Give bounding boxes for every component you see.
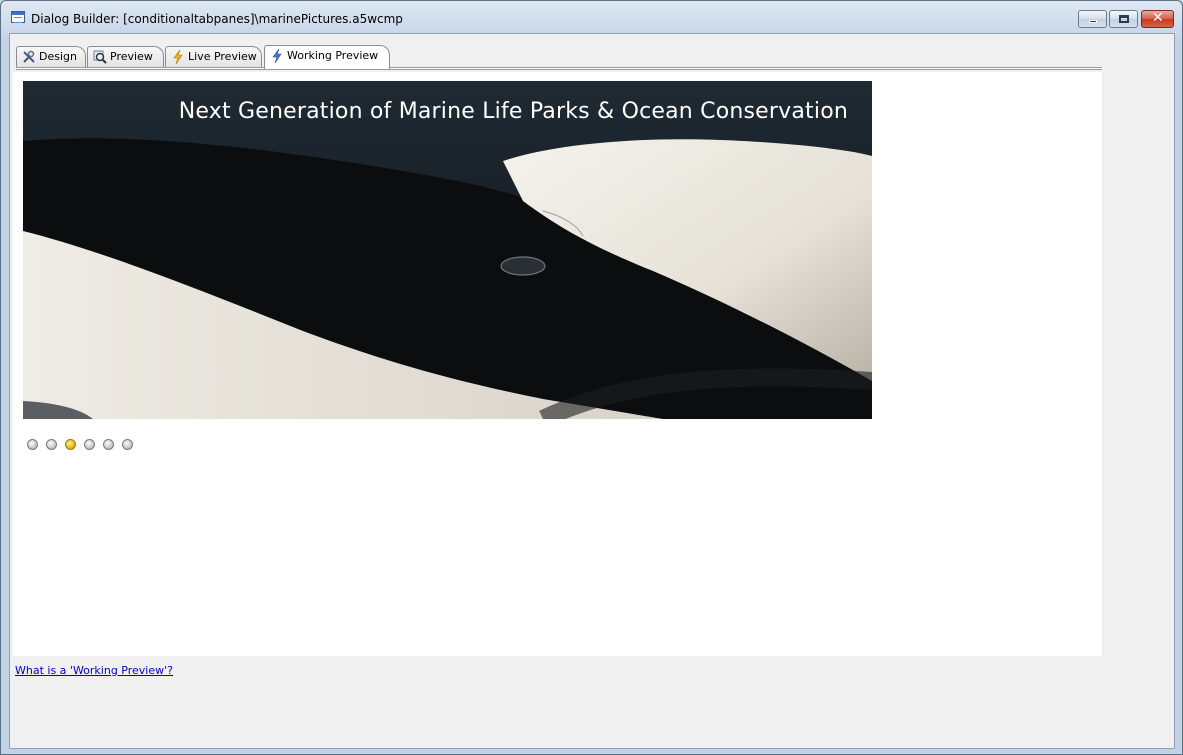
minimize-icon: [1089, 20, 1097, 23]
magnifier-icon: [93, 50, 107, 64]
tab-design[interactable]: Design: [16, 46, 86, 68]
tab-preview[interactable]: Preview: [87, 46, 164, 68]
maximize-icon: [1119, 15, 1129, 23]
slideshow-pager: [27, 439, 147, 451]
close-icon: ✕: [1152, 10, 1164, 26]
slide-indicator-3[interactable]: [65, 439, 76, 450]
slide-indicator-1[interactable]: [27, 439, 38, 450]
tab-live-preview-label: Live Preview: [188, 50, 257, 63]
close-button[interactable]: ✕: [1141, 10, 1174, 28]
app-icon: [11, 11, 25, 23]
working-preview-panel: Next Generation of Marine Life Parks & O…: [13, 72, 1102, 656]
dialog-client-area: Design Preview Live Preview Working Prev…: [9, 33, 1175, 749]
working-preview-help-link[interactable]: What is a 'Working Preview'?: [15, 664, 173, 677]
slideshow-image[interactable]: Next Generation of Marine Life Parks & O…: [23, 81, 872, 419]
title-bar[interactable]: Dialog Builder: [conditionaltabpanes]\ma…: [1, 1, 1182, 37]
slide-indicator-2[interactable]: [46, 439, 57, 450]
dialog-builder-window: Dialog Builder: [conditionaltabpanes]\ma…: [0, 0, 1183, 755]
window-title: Dialog Builder: [conditionaltabpanes]\ma…: [31, 12, 403, 26]
preview-tab-strip: Design Preview Live Preview Working Prev…: [16, 45, 1102, 69]
tab-working-preview[interactable]: Working Preview: [264, 45, 390, 69]
slide-indicator-5[interactable]: [103, 439, 114, 450]
tab-design-label: Design: [39, 50, 77, 63]
orca-photo: [23, 81, 872, 419]
tab-working-preview-label: Working Preview: [287, 49, 379, 62]
lightning-icon: [173, 50, 183, 64]
slideshow-caption: Next Generation of Marine Life Parks & O…: [178, 99, 848, 124]
tab-strip-divider: [16, 67, 1102, 70]
maximize-button[interactable]: [1109, 10, 1138, 28]
minimize-button[interactable]: [1078, 10, 1107, 28]
slide-indicator-4[interactable]: [84, 439, 95, 450]
tab-live-preview[interactable]: Live Preview: [165, 46, 262, 68]
lightning-blue-icon: [272, 49, 282, 63]
tools-icon: [23, 50, 35, 63]
slide-indicator-6[interactable]: [122, 439, 133, 450]
tab-preview-label: Preview: [110, 50, 153, 63]
